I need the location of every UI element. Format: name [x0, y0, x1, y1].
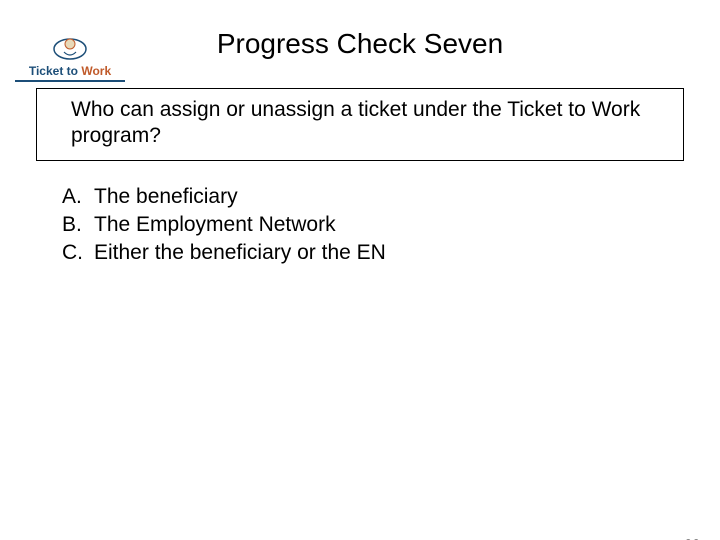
answer-text: The Employment Network — [94, 213, 336, 236]
logo-text: Ticket to Work — [10, 64, 130, 78]
answer-letter: A. — [62, 185, 94, 209]
answer-option: B.The Employment Network — [62, 213, 720, 237]
answer-letter: B. — [62, 213, 94, 237]
answer-list: A.The beneficiary B.The Employment Netwo… — [62, 185, 720, 265]
ticket-logo-icon — [50, 32, 90, 62]
page-number: 32 — [684, 536, 700, 540]
logo-underline — [15, 80, 125, 82]
question-text: Who can assign or unassign a ticket unde… — [71, 98, 640, 147]
answer-text: Either the beneficiary or the EN — [94, 241, 386, 264]
answer-text: The beneficiary — [94, 185, 238, 208]
answer-letter: C. — [62, 241, 94, 265]
question-box: Who can assign or unassign a ticket unde… — [36, 88, 684, 161]
answer-option: A.The beneficiary — [62, 185, 720, 209]
answer-option: C.Either the beneficiary or the EN — [62, 241, 720, 265]
ticket-to-work-logo: Ticket to Work — [10, 32, 130, 82]
